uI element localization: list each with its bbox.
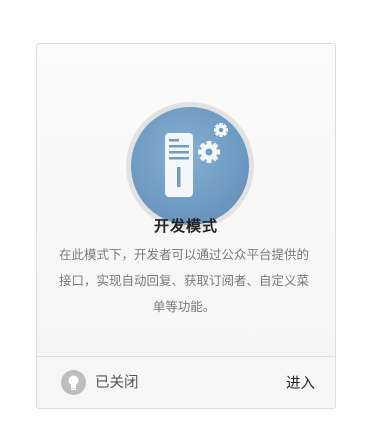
developer-mode-emblem [126, 102, 254, 230]
card-title: 开发模式 [153, 217, 218, 235]
status-label: 已关闭 [95, 375, 139, 391]
developer-server-gear-icon [165, 123, 228, 197]
lightbulb-icon [61, 370, 86, 395]
emblem-disc [131, 107, 249, 225]
card-description: 在此模式下，开发者可以通过公众平台提供的接口，实现自动回复、获取订阅者、自定义菜… [58, 247, 309, 314]
card-footer: 已关闭 进入 [37, 357, 335, 408]
enter-button[interactable]: 进入 [286, 372, 315, 393]
